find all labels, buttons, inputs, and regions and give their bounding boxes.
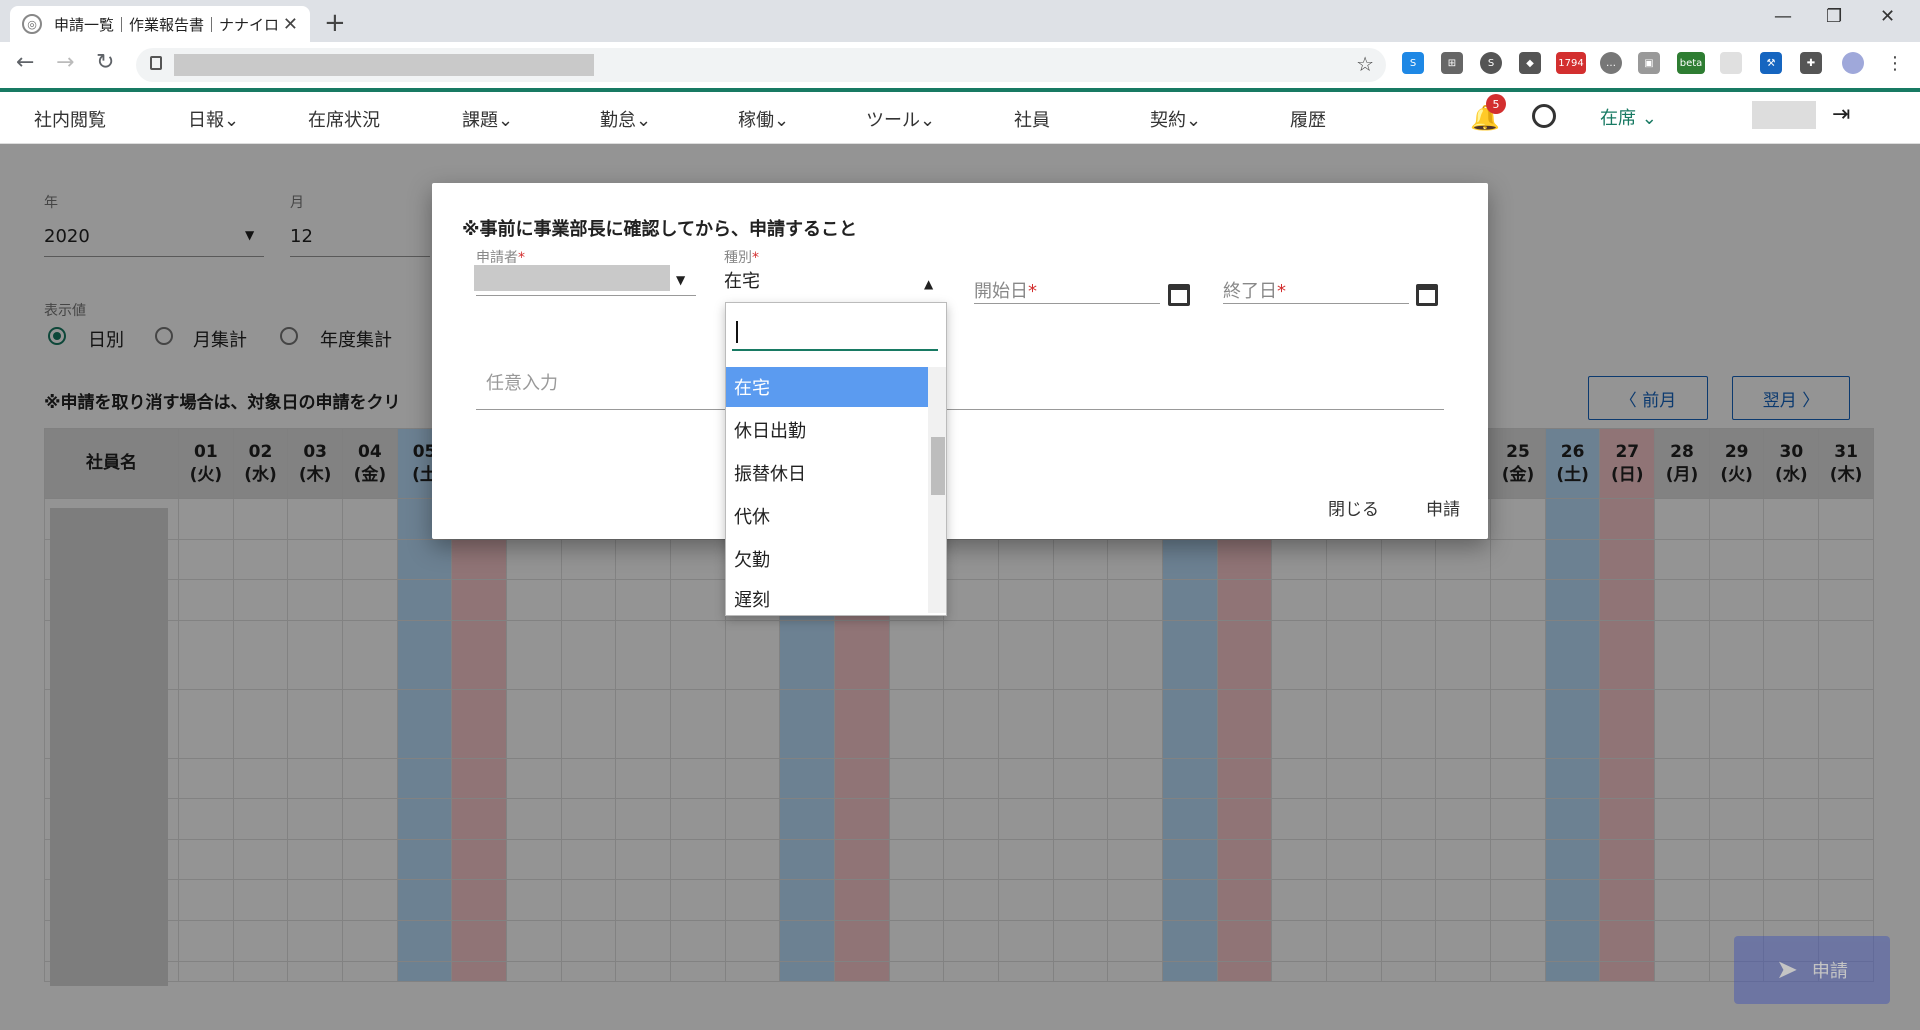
free-input-underline — [476, 409, 1444, 410]
extensions-puzzle-icon[interactable]: ✚ — [1800, 52, 1822, 74]
tool-icon[interactable]: ⚒ — [1760, 52, 1782, 74]
apply-dialog: ※事前に事業部長に確認してから、申請すること 申請者* ▼ 種別* 在宅 ▲ 開… — [432, 183, 1488, 539]
nav-item[interactable]: 履歴 — [1290, 106, 1326, 132]
close-button[interactable]: 閉じる — [1328, 495, 1379, 520]
redacted-url — [174, 54, 594, 76]
applicant-dropdown-icon[interactable]: ▼ — [676, 273, 685, 287]
dropdown-search-input[interactable] — [732, 313, 938, 351]
address-bar[interactable]: ☆ — [136, 48, 1386, 82]
scrollbar-thumb[interactable] — [931, 437, 945, 495]
fab-label: 申請 — [1811, 961, 1848, 982]
option-item[interactable]: 代休 — [726, 496, 928, 536]
beta-extension-icon[interactable]: beta — [1677, 52, 1705, 74]
extension-grid-icon[interactable]: ⊞ — [1441, 52, 1463, 74]
skype-icon[interactable]: S — [1480, 52, 1502, 74]
end-date-label: 終了日* — [1223, 281, 1286, 302]
presence-status[interactable]: 在席 ⌄ — [1600, 104, 1657, 130]
back-icon[interactable]: ← — [16, 50, 34, 75]
lock-icon — [150, 56, 162, 70]
site-favicon-icon: ◎ — [22, 14, 42, 34]
nav-item[interactable]: 社内閲覧 — [34, 106, 106, 132]
dialog-title: ※事前に事業部長に確認してから、申請すること — [462, 219, 857, 240]
applicant-label: 申請者* — [476, 250, 525, 266]
nav-item[interactable]: ツール⌄ — [866, 106, 935, 132]
dropdown-scrollbar[interactable] — [928, 367, 946, 613]
extension-s-icon[interactable]: S — [1402, 52, 1424, 74]
send-icon: ➤ — [1776, 955, 1798, 985]
browser-tabstrip: ◎ 申請一覧｜作業報告書｜ナナイロ ✕ + — ❐ ✕ — [0, 0, 1920, 42]
reload-icon[interactable]: ↻ — [96, 50, 114, 75]
close-window-icon[interactable]: ✕ — [1880, 6, 1895, 27]
type-select[interactable]: 在宅 — [724, 267, 760, 293]
nav-item[interactable]: 契約⌄ — [1150, 106, 1201, 132]
tab-title: 申請一覧｜作業報告書｜ナナイロ — [54, 15, 280, 34]
clock-icon[interactable] — [1532, 104, 1556, 128]
browser-tab[interactable]: ◎ 申請一覧｜作業報告書｜ナナイロ ✕ — [10, 6, 310, 42]
end-calendar-icon[interactable] — [1416, 284, 1438, 306]
nav-item[interactable]: 稼働⌄ — [738, 106, 789, 132]
extension-blank-icon[interactable] — [1720, 52, 1742, 74]
nav-item[interactable]: 日報⌄ — [188, 106, 239, 132]
text-caret — [736, 321, 738, 343]
type-label: 種別* — [724, 250, 759, 266]
new-tab-button[interactable]: + — [324, 8, 346, 38]
extension-image-icon[interactable]: ▣ — [1638, 52, 1660, 74]
start-date-field[interactable] — [974, 303, 1160, 304]
forward-icon[interactable]: → — [56, 50, 74, 75]
option-item[interactable]: 遅刻 — [726, 582, 928, 615]
gmail-badge-icon[interactable]: 1794 — [1556, 52, 1586, 74]
nav-item[interactable]: 社員 — [1014, 106, 1050, 132]
minimize-icon[interactable]: — — [1774, 6, 1792, 27]
apply-fab-button[interactable]: ➤ 申請 — [1734, 936, 1890, 1004]
option-item[interactable]: 休日出勤 — [726, 410, 928, 450]
bookmark-star-icon[interactable]: ☆ — [1356, 52, 1374, 76]
dropbox-icon[interactable]: ◆ — [1519, 52, 1541, 74]
nav-item[interactable]: 在席状況 — [308, 106, 380, 132]
type-dropdown-list: 在宅 休日出勤 振替休日 代休 欠勤 遅刻 — [725, 302, 947, 616]
profile-avatar[interactable] — [1842, 52, 1864, 74]
option-item[interactable]: 欠勤 — [726, 539, 928, 579]
start-date-label: 開始日* — [974, 281, 1037, 302]
option-item[interactable]: 在宅 — [726, 367, 928, 407]
nav-item[interactable]: 勤怠⌄ — [600, 106, 651, 132]
notification-badge: 5 — [1486, 94, 1506, 114]
applicant-select[interactable] — [476, 295, 696, 296]
nav-item[interactable]: 課題⌄ — [462, 106, 513, 132]
type-dropdown-icon[interactable]: ▲ — [924, 277, 933, 291]
free-input-field[interactable]: 任意入力 — [486, 369, 558, 395]
chat-icon[interactable]: … — [1600, 52, 1622, 74]
logout-icon[interactable]: ⇥ — [1832, 102, 1850, 127]
option-item[interactable]: 振替休日 — [726, 453, 928, 493]
maximize-icon[interactable]: ❐ — [1826, 6, 1842, 27]
start-calendar-icon[interactable] — [1168, 284, 1190, 306]
tab-close-icon[interactable]: ✕ — [283, 14, 298, 35]
browser-menu-icon[interactable]: ⋮ — [1884, 52, 1906, 74]
end-date-field[interactable] — [1223, 303, 1409, 304]
user-name-redacted — [1752, 101, 1816, 129]
submit-button[interactable]: 申請 — [1426, 495, 1460, 520]
applicant-value-redacted — [474, 265, 670, 291]
